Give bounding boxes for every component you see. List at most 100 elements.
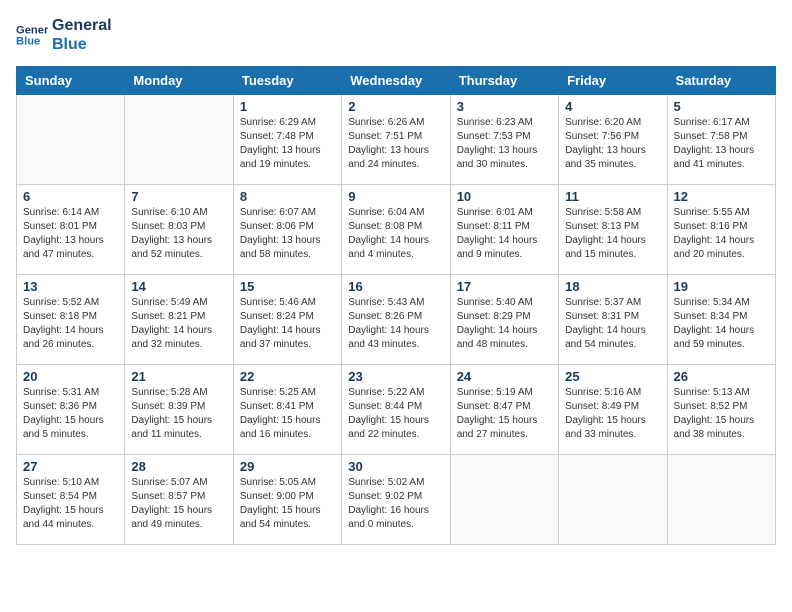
day-info: Sunrise: 5:10 AMSunset: 8:54 PMDaylight:… (23, 476, 118, 532)
calendar-cell: 24 Sunrise: 5:19 AMSunset: 8:47 PMDayligh… (450, 365, 558, 455)
day-info: Sunrise: 5:52 AMSunset: 8:18 PMDaylight:… (23, 296, 118, 352)
day-number: 25 (565, 369, 660, 384)
day-info: Sunrise: 6:20 AMSunset: 7:56 PMDaylight:… (565, 116, 660, 172)
calendar-cell: 19 Sunrise: 5:34 AMSunset: 8:34 PMDayligh… (667, 275, 775, 365)
calendar-cell: 7 Sunrise: 6:10 AMSunset: 8:03 PMDaylight… (125, 185, 233, 275)
day-info: Sunrise: 5:40 AMSunset: 8:29 PMDaylight:… (457, 296, 552, 352)
day-number: 16 (348, 279, 443, 294)
calendar-cell (17, 95, 125, 185)
day-info: Sunrise: 6:17 AMSunset: 7:58 PMDaylight:… (674, 116, 769, 172)
calendar-week-row: 1Sunrise: 6:29 AMSunset: 7:48 PMDaylight… (17, 95, 776, 185)
day-number: 6 (23, 189, 118, 204)
day-info: Sunrise: 5:28 AMSunset: 8:39 PMDaylight:… (131, 386, 226, 442)
day-number: 11 (565, 189, 660, 204)
calendar-cell: 11 Sunrise: 5:58 AMSunset: 8:13 PMDayligh… (559, 185, 667, 275)
day-info: Sunrise: 6:01 AMSunset: 8:11 PMDaylight:… (457, 206, 552, 262)
day-number: 27 (23, 459, 118, 474)
day-number: 24 (457, 369, 552, 384)
calendar-cell: 14 Sunrise: 5:49 AMSunset: 8:21 PMDayligh… (125, 275, 233, 365)
day-info: Sunrise: 6:14 AMSunset: 8:01 PMDaylight:… (23, 206, 118, 262)
calendar-cell: 20 Sunrise: 5:31 AMSunset: 8:36 PMDayligh… (17, 365, 125, 455)
calendar-cell: 6 Sunrise: 6:14 AMSunset: 8:01 PMDaylight… (17, 185, 125, 275)
day-info: Sunrise: 5:46 AMSunset: 8:24 PMDaylight:… (240, 296, 335, 352)
logo-general: General (52, 16, 112, 35)
col-header-monday: Monday (125, 67, 233, 95)
day-info: Sunrise: 5:34 AMSunset: 8:34 PMDaylight:… (674, 296, 769, 352)
header: General Blue General Blue (16, 16, 776, 54)
day-number: 1 (240, 99, 335, 114)
day-info: Sunrise: 5:49 AMSunset: 8:21 PMDaylight:… (131, 296, 226, 352)
day-number: 14 (131, 279, 226, 294)
day-number: 9 (348, 189, 443, 204)
col-header-saturday: Saturday (667, 67, 775, 95)
day-number: 22 (240, 369, 335, 384)
day-info: Sunrise: 5:02 AMSunset: 9:02 PMDaylight:… (348, 476, 443, 532)
calendar-cell: 16 Sunrise: 5:43 AMSunset: 8:26 PMDayligh… (342, 275, 450, 365)
calendar-cell: 15 Sunrise: 5:46 AMSunset: 8:24 PMDayligh… (233, 275, 341, 365)
day-info: Sunrise: 5:43 AMSunset: 8:26 PMDaylight:… (348, 296, 443, 352)
col-header-tuesday: Tuesday (233, 67, 341, 95)
logo-icon: General Blue (16, 19, 48, 51)
day-info: Sunrise: 6:23 AMSunset: 7:53 PMDaylight:… (457, 116, 552, 172)
calendar-cell: 27 Sunrise: 5:10 AMSunset: 8:54 PMDayligh… (17, 455, 125, 545)
day-number: 30 (348, 459, 443, 474)
calendar-cell: 30 Sunrise: 5:02 AMSunset: 9:02 PMDayligh… (342, 455, 450, 545)
calendar-table: SundayMondayTuesdayWednesdayThursdayFrid… (16, 66, 776, 545)
calendar-cell: 8 Sunrise: 6:07 AMSunset: 8:06 PMDaylight… (233, 185, 341, 275)
calendar-cell: 23 Sunrise: 5:22 AMSunset: 8:44 PMDayligh… (342, 365, 450, 455)
day-info: Sunrise: 5:31 AMSunset: 8:36 PMDaylight:… (23, 386, 118, 442)
calendar-header-row: SundayMondayTuesdayWednesdayThursdayFrid… (17, 67, 776, 95)
day-info: Sunrise: 6:04 AMSunset: 8:08 PMDaylight:… (348, 206, 443, 262)
calendar-cell: 5 Sunrise: 6:17 AMSunset: 7:58 PMDaylight… (667, 95, 775, 185)
day-info: Sunrise: 5:55 AMSunset: 8:16 PMDaylight:… (674, 206, 769, 262)
day-info: Sunrise: 5:05 AMSunset: 9:00 PMDaylight:… (240, 476, 335, 532)
calendar-week-row: 6 Sunrise: 6:14 AMSunset: 8:01 PMDaylight… (17, 185, 776, 275)
col-header-friday: Friday (559, 67, 667, 95)
day-info: Sunrise: 6:07 AMSunset: 8:06 PMDaylight:… (240, 206, 335, 262)
day-info: Sunrise: 5:13 AMSunset: 8:52 PMDaylight:… (674, 386, 769, 442)
day-info: Sunrise: 5:19 AMSunset: 8:47 PMDaylight:… (457, 386, 552, 442)
col-header-wednesday: Wednesday (342, 67, 450, 95)
day-info: Sunrise: 6:10 AMSunset: 8:03 PMDaylight:… (131, 206, 226, 262)
day-number: 23 (348, 369, 443, 384)
calendar-cell: 12Sunrise: 5:55 AMSunset: 8:16 PMDayligh… (667, 185, 775, 275)
calendar-cell: 28 Sunrise: 5:07 AMSunset: 8:57 PMDayligh… (125, 455, 233, 545)
calendar-cell: 2Sunrise: 6:26 AMSunset: 7:51 PMDaylight… (342, 95, 450, 185)
calendar-cell: 9 Sunrise: 6:04 AMSunset: 8:08 PMDaylight… (342, 185, 450, 275)
calendar-cell: 13Sunrise: 5:52 AMSunset: 8:18 PMDayligh… (17, 275, 125, 365)
svg-text:Blue: Blue (16, 36, 40, 48)
svg-text:General: General (16, 25, 48, 37)
day-number: 26 (674, 369, 769, 384)
calendar-cell: 25 Sunrise: 5:16 AMSunset: 8:49 PMDayligh… (559, 365, 667, 455)
calendar-cell (450, 455, 558, 545)
day-number: 7 (131, 189, 226, 204)
col-header-sunday: Sunday (17, 67, 125, 95)
day-info: Sunrise: 6:26 AMSunset: 7:51 PMDaylight:… (348, 116, 443, 172)
day-number: 21 (131, 369, 226, 384)
day-number: 5 (674, 99, 769, 114)
day-number: 3 (457, 99, 552, 114)
day-info: Sunrise: 5:58 AMSunset: 8:13 PMDaylight:… (565, 206, 660, 262)
day-number: 19 (674, 279, 769, 294)
calendar-cell: 18Sunrise: 5:37 AMSunset: 8:31 PMDayligh… (559, 275, 667, 365)
day-number: 20 (23, 369, 118, 384)
calendar-week-row: 13Sunrise: 5:52 AMSunset: 8:18 PMDayligh… (17, 275, 776, 365)
day-info: Sunrise: 5:07 AMSunset: 8:57 PMDaylight:… (131, 476, 226, 532)
day-number: 29 (240, 459, 335, 474)
day-number: 17 (457, 279, 552, 294)
calendar-cell: 1Sunrise: 6:29 AMSunset: 7:48 PMDaylight… (233, 95, 341, 185)
day-number: 15 (240, 279, 335, 294)
day-info: Sunrise: 5:16 AMSunset: 8:49 PMDaylight:… (565, 386, 660, 442)
day-info: Sunrise: 5:37 AMSunset: 8:31 PMDaylight:… (565, 296, 660, 352)
calendar-cell (559, 455, 667, 545)
calendar-cell: 10 Sunrise: 6:01 AMSunset: 8:11 PMDayligh… (450, 185, 558, 275)
day-info: Sunrise: 5:25 AMSunset: 8:41 PMDaylight:… (240, 386, 335, 442)
day-number: 10 (457, 189, 552, 204)
calendar-cell: 21 Sunrise: 5:28 AMSunset: 8:39 PMDayligh… (125, 365, 233, 455)
calendar-cell: 22 Sunrise: 5:25 AMSunset: 8:41 PMDayligh… (233, 365, 341, 455)
day-number: 8 (240, 189, 335, 204)
day-info: Sunrise: 5:22 AMSunset: 8:44 PMDaylight:… (348, 386, 443, 442)
day-number: 28 (131, 459, 226, 474)
calendar-week-row: 27 Sunrise: 5:10 AMSunset: 8:54 PMDayligh… (17, 455, 776, 545)
logo: General Blue General Blue (16, 16, 112, 54)
